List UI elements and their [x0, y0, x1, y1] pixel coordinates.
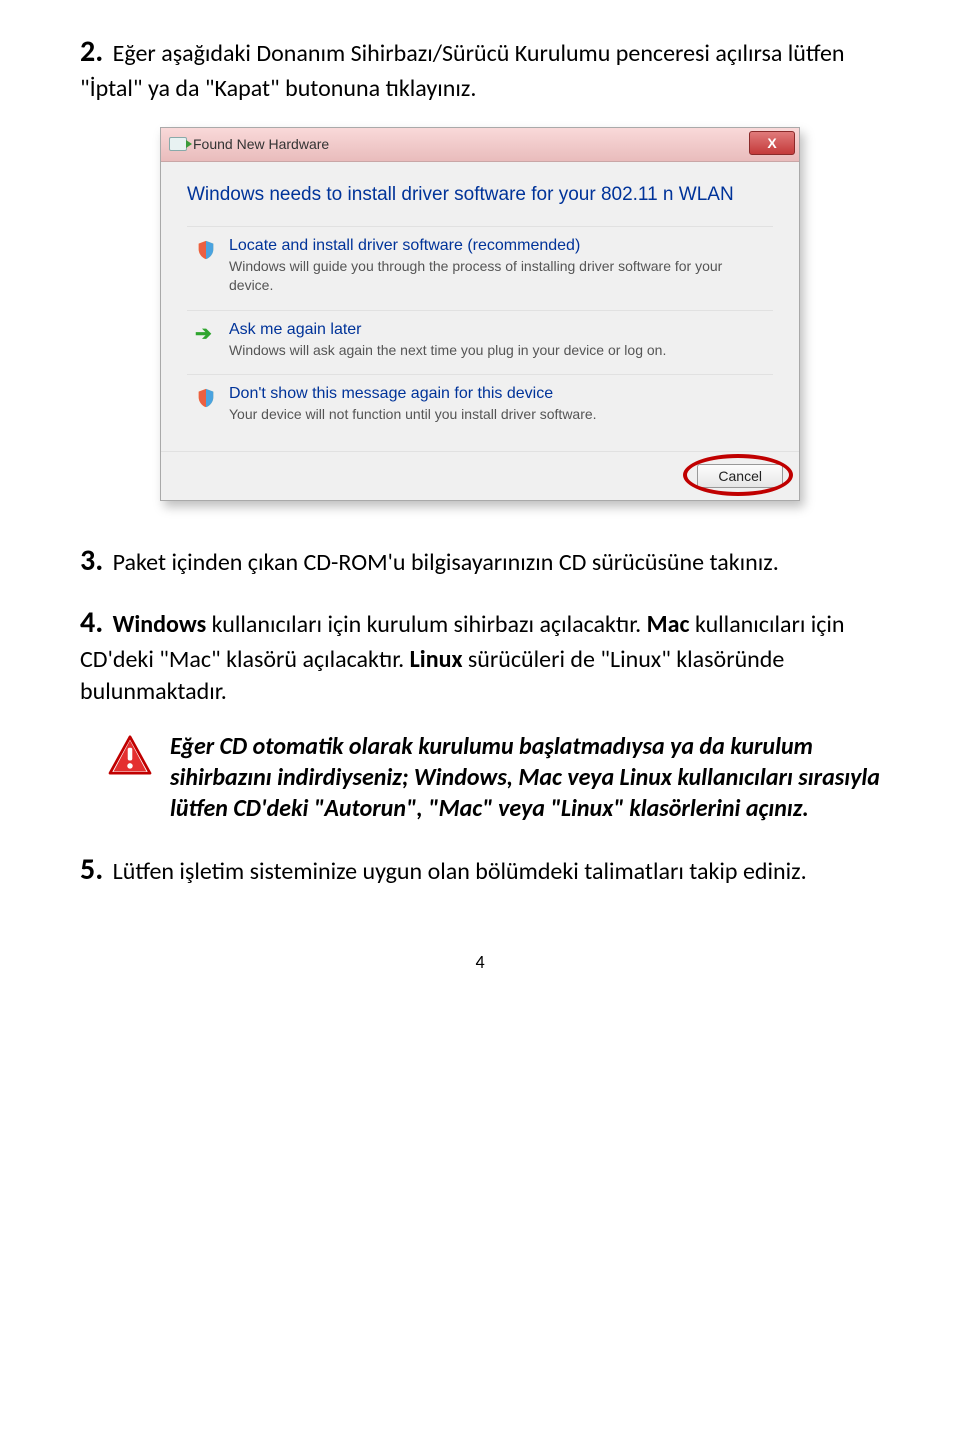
- dialog-footer: Cancel: [161, 451, 799, 500]
- step-2: 2. Eğer aşağıdaki Donanım Sihirbazı/Sürü…: [80, 32, 880, 105]
- step-4-windows-rest: kullanıcıları için kurulum sihirbazı açı…: [206, 610, 646, 639]
- dialog-headline: Windows needs to install driver software…: [187, 182, 773, 208]
- shield-icon: [195, 387, 217, 409]
- hardware-icon: [169, 137, 187, 151]
- option-locate-install[interactable]: Locate and install driver software (reco…: [187, 226, 773, 310]
- option-3-desc: Your device will not function until you …: [229, 405, 765, 425]
- cancel-button[interactable]: Cancel: [697, 464, 783, 488]
- step-3-number: 3.: [80, 542, 103, 579]
- warning-text: Eğer CD otomatik olarak kurulumu başlatm…: [170, 731, 880, 825]
- step-4-number: 4.: [80, 604, 103, 641]
- option-2-title: Ask me again later: [229, 321, 765, 339]
- dialog-titlebar: Found New Hardware X: [161, 128, 799, 162]
- option-dont-show[interactable]: Don't show this message again for this d…: [187, 374, 773, 439]
- close-icon: X: [767, 135, 776, 151]
- option-1-text: Locate and install driver software (reco…: [229, 237, 765, 296]
- step-3-text: Paket içinden çıkan CD-ROM'u bilgisayarı…: [113, 548, 779, 577]
- warning-note: Eğer CD otomatik olarak kurulumu başlatm…: [80, 731, 880, 825]
- option-ask-later[interactable]: ➔ Ask me again later Windows will ask ag…: [187, 310, 773, 375]
- dialog-title: Found New Hardware: [193, 136, 329, 152]
- option-3-title: Don't show this message again for this d…: [229, 385, 765, 403]
- option-3-text: Don't show this message again for this d…: [229, 385, 765, 425]
- option-2-desc: Windows will ask again the next time you…: [229, 341, 765, 361]
- found-new-hardware-dialog: Found New Hardware X Windows needs to in…: [160, 127, 800, 501]
- step-3: 3. Paket içinden çıkan CD-ROM'u bilgisay…: [80, 541, 880, 582]
- step-4-windows-bold: Windows: [113, 610, 207, 639]
- option-1-title: Locate and install driver software (reco…: [229, 237, 765, 255]
- arrow-right-icon: ➔: [195, 323, 217, 345]
- step-5-text: Lütfen işletim sisteminize uygun olan bö…: [113, 857, 807, 886]
- step-4: 4. Windows kullanıcıları için kurulum si…: [80, 603, 880, 708]
- step-2-number: 2.: [80, 33, 103, 70]
- step-4-text: Windows kullanıcıları için kurulum sihir…: [80, 610, 845, 706]
- close-button[interactable]: X: [749, 131, 795, 155]
- warning-triangle-icon: [108, 731, 152, 825]
- step-5-number: 5.: [80, 851, 103, 888]
- page-number: 4: [80, 951, 880, 973]
- shield-icon: [195, 239, 217, 261]
- dialog-body: Windows needs to install driver software…: [161, 162, 799, 451]
- dialog-wrapper: Found New Hardware X Windows needs to in…: [80, 127, 880, 501]
- option-1-desc: Windows will guide you through the proce…: [229, 257, 765, 296]
- option-2-text: Ask me again later Windows will ask agai…: [229, 321, 765, 361]
- step-5: 5. Lütfen işletim sisteminize uygun olan…: [80, 850, 880, 891]
- step-2-text: Eğer aşağıdaki Donanım Sihirbazı/Sürücü …: [80, 39, 845, 103]
- step-4-linux-bold: Linux: [410, 645, 463, 674]
- step-4-mac-bold: Mac: [647, 610, 690, 639]
